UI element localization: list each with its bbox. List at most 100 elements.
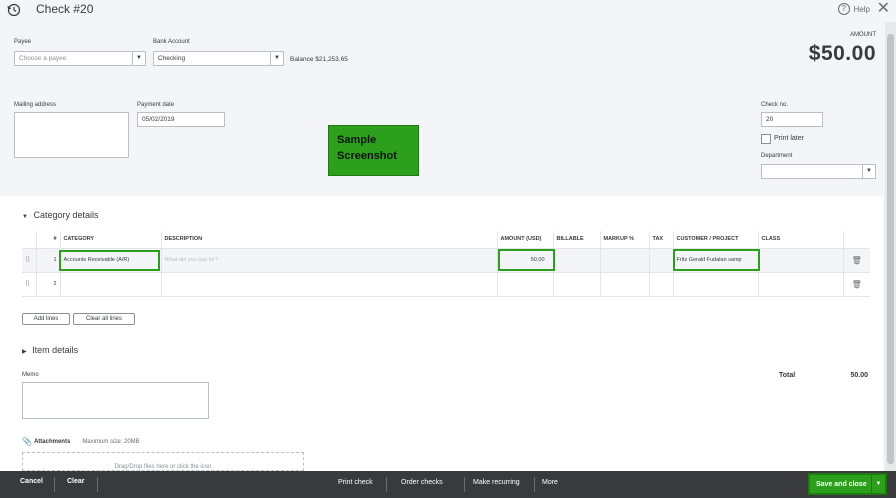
total-value: 50.00 [850, 372, 868, 379]
markup-cell[interactable] [600, 247, 650, 272]
payee-placeholder: Choose a payee [19, 55, 67, 62]
order-checks-link[interactable]: Order checks [401, 479, 443, 486]
make-recurring-link[interactable]: Make recurring [473, 479, 520, 486]
sample-note-line1: Sample [337, 134, 377, 146]
chevron-down-icon[interactable]: ▼ [132, 52, 145, 65]
caret-down-icon: ▼ [22, 214, 28, 220]
divider [386, 477, 387, 492]
attachments-row: 📎 Attachments Maximum size: 20MB [22, 437, 140, 446]
memo-input[interactable] [22, 382, 209, 419]
class-cell[interactable] [758, 247, 844, 272]
markup-cell[interactable] [600, 271, 650, 297]
payee-select[interactable]: Choose a payee ▼ [14, 51, 146, 66]
bank-account-value: Checking [158, 55, 186, 62]
caret-right-icon: ▶ [22, 349, 27, 355]
col-header-customer: CUSTOMER / PROJECT [673, 231, 759, 248]
payee-label: Payee [14, 39, 32, 45]
col-header-tax: TAX [649, 231, 674, 248]
sample-note-line2: Screenshot [337, 150, 397, 162]
category-cell[interactable] [60, 271, 162, 297]
billable-cell[interactable] [553, 247, 601, 272]
bank-account-select[interactable]: Checking ▼ [153, 51, 284, 66]
divider [97, 477, 98, 492]
print-later-checkbox[interactable] [761, 134, 771, 144]
divider [534, 477, 535, 492]
amount-value: $50.00 [808, 42, 876, 65]
col-header-billable: BILLABLE [553, 231, 601, 248]
print-check-link[interactable]: Print check [338, 479, 373, 486]
clear-all-lines-button[interactable]: Clear all lines [73, 313, 135, 325]
col-header-category: CATEGORY [60, 231, 162, 248]
mailing-address-label: Mailing address [14, 102, 57, 108]
close-icon[interactable]: ✕ [877, 0, 890, 18]
check-no-label: Check no. [761, 102, 789, 108]
amount-label: AMOUNT [850, 32, 876, 38]
row-number: 2 [36, 271, 61, 297]
tax-cell[interactable] [649, 271, 674, 297]
highlight-category [59, 250, 160, 271]
mailing-address-input[interactable] [14, 112, 129, 158]
add-lines-button[interactable]: Add lines [22, 313, 70, 325]
table-header-row: # CATEGORY DESCRIPTION AMOUNT (USD) BILL… [22, 231, 870, 248]
scrollbar-thumb[interactable] [887, 34, 894, 464]
attachment-dropzone[interactable]: Drag/Drop files here or click the icon [22, 452, 304, 471]
paperclip-icon[interactable]: 📎 [22, 437, 32, 446]
description-cell[interactable]: What did you pay for? [161, 247, 498, 272]
item-details-heading: Item details [32, 345, 79, 355]
col-header-number: # [36, 231, 61, 248]
trash-icon[interactable]: 🗑 [843, 271, 870, 297]
department-label: Department [761, 153, 793, 159]
footer: Cancel Clear Print check Order checks Ma… [0, 471, 896, 498]
check-no-value: 20 [766, 116, 774, 123]
sample-screenshot-note: Sample Screenshot [328, 125, 419, 176]
total-label: Total [779, 372, 796, 379]
drag-handle-icon[interactable]: ⠿ [22, 247, 37, 272]
check-no-input[interactable]: 20 [761, 112, 823, 127]
dropzone-text: Drag/Drop files here or click the icon [114, 464, 212, 470]
help-label: Help [853, 4, 870, 14]
help-button[interactable]: ? Help [837, 3, 870, 15]
description-cell[interactable] [161, 271, 498, 297]
chevron-down-icon[interactable]: ▼ [270, 52, 283, 65]
divider [54, 477, 55, 492]
tax-cell[interactable] [649, 247, 674, 272]
col-header-class: CLASS [758, 231, 844, 248]
print-later-label: Print later [774, 135, 804, 142]
payment-date-input[interactable]: 05/02/2019 [137, 112, 225, 127]
chevron-down-icon[interactable]: ▼ [871, 475, 885, 493]
page-title: Check #20 [36, 2, 94, 16]
row-number: 1 [36, 247, 61, 272]
category-details-toggle[interactable]: ▼ Category details [22, 210, 99, 220]
amount-cell[interactable] [497, 271, 554, 297]
clear-button[interactable]: Clear [67, 478, 85, 485]
table-row[interactable]: ⠿ 2 🗑 [22, 271, 870, 297]
highlight-amount [498, 249, 555, 271]
trash-col-header [843, 231, 870, 248]
highlight-customer [673, 249, 760, 271]
drag-handle-icon[interactable]: ⠿ [22, 271, 37, 297]
memo-label: Memo [22, 372, 39, 378]
history-icon[interactable] [6, 2, 22, 18]
header: Check #20 ? Help ✕ [0, 0, 896, 22]
help-icon: ? [837, 3, 850, 15]
divider [464, 477, 465, 492]
chevron-down-icon[interactable]: ▼ [862, 165, 875, 178]
trash-icon[interactable]: 🗑 [843, 247, 870, 272]
class-cell[interactable] [758, 271, 844, 297]
payment-date-value: 05/02/2019 [142, 116, 175, 123]
billable-cell[interactable] [553, 271, 601, 297]
more-link[interactable]: More [542, 479, 558, 486]
customer-cell[interactable] [673, 271, 759, 297]
col-header-amount: AMOUNT (USD) [497, 231, 554, 248]
drag-col-header [22, 231, 37, 248]
cancel-button[interactable]: Cancel [20, 478, 43, 485]
payment-date-label: Payment date [137, 102, 175, 108]
save-and-close-button[interactable]: Save and close ▼ [808, 473, 887, 495]
col-header-markup: MARKUP % [600, 231, 650, 248]
bank-account-label: Bank Account [153, 39, 190, 45]
item-details-toggle[interactable]: ▶ Item details [22, 345, 78, 355]
attachments-max-size: Maximum size: 20MB [82, 438, 140, 445]
col-header-description: DESCRIPTION [161, 231, 498, 248]
scrollbar[interactable] [885, 22, 896, 471]
department-select[interactable]: ▼ [761, 164, 876, 179]
